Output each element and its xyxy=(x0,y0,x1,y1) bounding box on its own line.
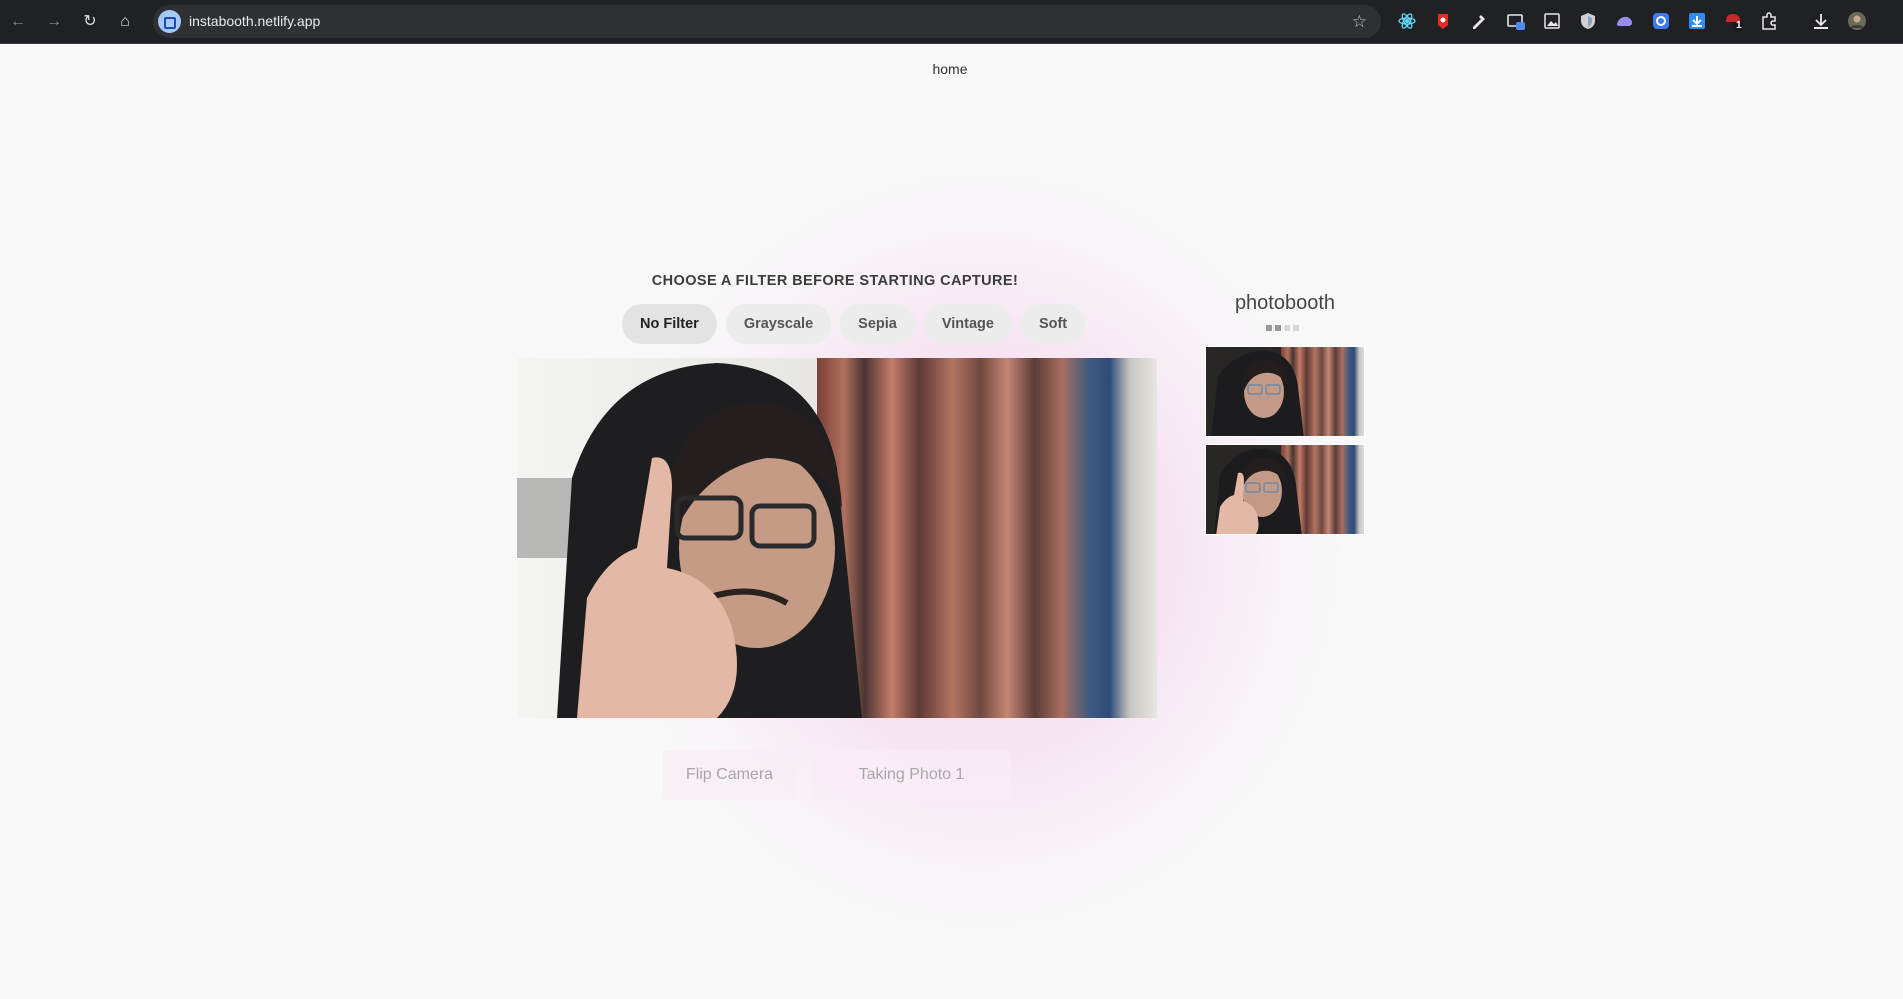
camera-feed-image xyxy=(517,358,1157,718)
red-extension-icon[interactable] xyxy=(1433,11,1453,31)
profile-avatar-icon[interactable] xyxy=(1847,11,1867,31)
home-icon[interactable]: ⌂ xyxy=(114,11,136,33)
filter-button-group: No Filter Grayscale Sepia Vintage Soft xyxy=(622,304,1086,344)
filter-vintage-button[interactable]: Vintage xyxy=(923,304,1012,344)
filter-heading: CHOOSE A FILTER BEFORE STARTING CAPTURE! xyxy=(651,273,1019,289)
flip-camera-button[interactable]: Flip Camera xyxy=(663,750,796,800)
bookmark-star-icon[interactable]: ☆ xyxy=(1352,12,1367,32)
photostrip-progress xyxy=(1266,325,1299,331)
window-extension-icon[interactable] xyxy=(1506,11,1526,31)
home-link[interactable]: home xyxy=(920,61,980,77)
camera-preview xyxy=(517,358,1157,718)
browser-toolbar: ← → ↻ ⌂ instabooth.netlify.app ☆ 1 xyxy=(0,0,1903,44)
extension-badge: 1 xyxy=(1736,20,1742,31)
progress-dot xyxy=(1275,325,1281,331)
circle-extension-icon[interactable] xyxy=(1651,11,1671,31)
cloud-icon[interactable] xyxy=(1614,11,1634,31)
image-icon[interactable] xyxy=(1542,11,1562,31)
downloads-icon[interactable] xyxy=(1811,11,1831,31)
address-bar[interactable]: instabooth.netlify.app ☆ xyxy=(153,5,1381,38)
filter-sepia-button[interactable]: Sepia xyxy=(840,304,915,344)
url-text[interactable]: instabooth.netlify.app xyxy=(189,13,320,29)
badge-extension-icon[interactable]: 1 xyxy=(1723,11,1743,31)
filter-grayscale-button[interactable]: Grayscale xyxy=(725,304,832,344)
reload-icon[interactable]: ↻ xyxy=(79,11,101,33)
shield-icon[interactable] xyxy=(1578,11,1598,31)
capture-controls: Flip Camera Taking Photo 1 xyxy=(663,750,1011,800)
eyedropper-icon[interactable] xyxy=(1469,11,1489,31)
back-icon[interactable]: ← xyxy=(7,11,29,33)
filter-soft-button[interactable]: Soft xyxy=(1020,304,1086,344)
site-info-icon[interactable] xyxy=(158,10,181,33)
forward-icon[interactable]: → xyxy=(43,11,65,33)
photostrip-photo xyxy=(1205,444,1365,535)
photostrip-title: photobooth xyxy=(1234,292,1336,314)
progress-dot xyxy=(1266,325,1272,331)
puzzle-icon[interactable] xyxy=(1759,11,1779,31)
progress-dot xyxy=(1284,325,1290,331)
take-photo-button[interactable]: Taking Photo 1 xyxy=(812,750,1011,800)
filter-no-filter-button[interactable]: No Filter xyxy=(622,304,717,344)
photostrip-photo xyxy=(1205,346,1365,437)
react-devtools-icon[interactable] xyxy=(1397,11,1417,31)
download-extension-icon[interactable] xyxy=(1687,11,1707,31)
progress-dot xyxy=(1293,325,1299,331)
